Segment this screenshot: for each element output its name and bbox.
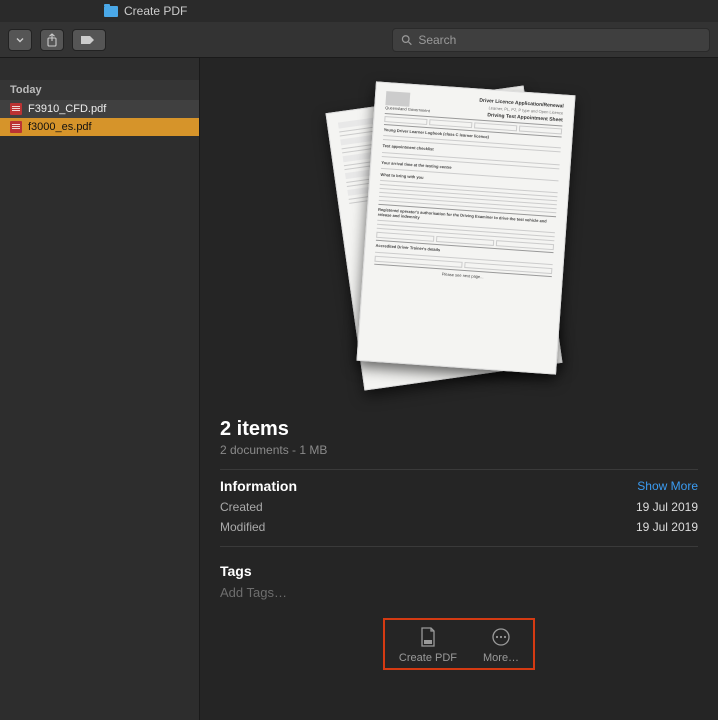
info-label: Modified: [220, 520, 265, 534]
create-pdf-icon: [417, 626, 439, 648]
add-tags-field[interactable]: Add Tags…: [220, 585, 698, 600]
pdf-icon: [10, 103, 22, 115]
window-titlebar: Create PDF: [0, 0, 718, 22]
info-value: 19 Jul 2019: [636, 500, 698, 514]
document-thumbnail-front: Queensland Government Driver Licence App…: [356, 81, 575, 374]
search-field[interactable]: [392, 28, 710, 52]
folder-icon: [104, 6, 118, 17]
back-button[interactable]: [8, 29, 32, 51]
window-title: Create PDF: [124, 4, 187, 18]
actions-highlight-box: Create PDF More…: [383, 618, 535, 670]
show-more-button[interactable]: Show More: [637, 479, 698, 493]
info-header: Information: [220, 478, 297, 494]
file-row[interactable]: F3910_CFD.pdf: [0, 100, 199, 118]
more-label: More…: [483, 652, 519, 664]
divider: [220, 469, 698, 470]
info-label: Created: [220, 500, 263, 514]
document-stack[interactable]: Queensland Government Driver Licence App…: [344, 88, 574, 388]
search-input[interactable]: [418, 33, 701, 47]
info-row-created: Created 19 Jul 2019: [220, 494, 698, 514]
more-icon: [490, 626, 512, 648]
items-sub: 2 documents - 1 MB: [220, 443, 698, 457]
create-pdf-label: Create PDF: [399, 652, 457, 664]
file-list-sidebar: Today F3910_CFD.pdf f3000_es.pdf: [0, 58, 200, 720]
pdf-icon: [10, 121, 22, 133]
info-row-modified: Modified 19 Jul 2019: [220, 514, 698, 534]
thumbnail-area: Queensland Government Driver Licence App…: [220, 68, 698, 408]
divider: [220, 546, 698, 547]
more-button[interactable]: More…: [483, 626, 519, 664]
preview-panel: Queensland Government Driver Licence App…: [200, 58, 718, 720]
search-icon: [401, 34, 412, 46]
create-pdf-button[interactable]: Create PDF: [399, 626, 457, 664]
file-row[interactable]: f3000_es.pdf: [0, 118, 199, 136]
file-name: F3910_CFD.pdf: [28, 103, 106, 115]
tags-header: Tags: [220, 563, 698, 579]
summary: 2 items 2 documents - 1 MB Information S…: [220, 408, 698, 670]
items-count: 2 items: [220, 418, 698, 441]
info-value: 19 Jul 2019: [636, 520, 698, 534]
share-button[interactable]: [40, 29, 64, 51]
file-name: f3000_es.pdf: [28, 121, 92, 133]
tags-button[interactable]: [72, 29, 106, 51]
section-header-today: Today: [0, 80, 199, 100]
toolbar: [0, 22, 718, 58]
